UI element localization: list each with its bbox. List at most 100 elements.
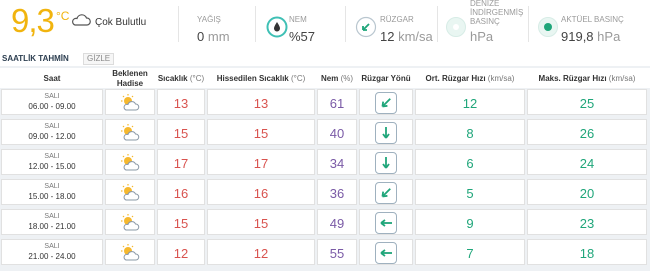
humidity-value: %57 (289, 29, 316, 44)
partly-cloudy-icon (121, 214, 140, 231)
wind-direction-icon (375, 212, 397, 234)
humidity-cell: 36 (317, 179, 357, 205)
col-header-wind-dir: Rüzgar Yönü (361, 74, 411, 83)
humidity-cell: 55 (317, 239, 357, 265)
temperature-cell: 13 (157, 89, 205, 115)
wind-direction-cell (359, 119, 413, 145)
table-row: SALI 15.00 - 18.00 16 16 36 5 20 (0, 178, 650, 206)
table-row: SALI 18.00 - 21.00 15 15 49 9 23 (0, 208, 650, 236)
divider (528, 6, 529, 42)
event-cell (105, 119, 155, 145)
wind-direction-icon (375, 122, 397, 144)
temperature-value: 13 (173, 96, 189, 111)
humidity-cell: 49 (317, 209, 357, 235)
wind-direction-cell (359, 179, 413, 205)
max-wind-cell: 26 (527, 119, 647, 145)
current-temperature: 9,3 (11, 2, 55, 39)
max-wind-cell: 23 (527, 209, 647, 235)
max-wind-value: 24 (579, 156, 595, 171)
rain-label: YAĞIŞ (197, 15, 221, 24)
partly-cloudy-icon (121, 244, 140, 261)
feels-like-value: 17 (253, 156, 269, 171)
wind-direction-cell (359, 149, 413, 175)
time-range: 21.00 - 24.00 (28, 252, 76, 261)
temperature-value: 17 (173, 156, 189, 171)
avg-wind-cell: 8 (415, 119, 525, 145)
divider (178, 6, 179, 42)
temperature-value: 15 (173, 126, 189, 141)
hide-toggle-button[interactable]: GİZLE (83, 53, 115, 65)
temperature-cell: 12 (157, 239, 205, 265)
feels-like-value: 15 (253, 216, 269, 231)
feels-like-cell: 12 (207, 239, 315, 265)
humidity-cell: 61 (317, 89, 357, 115)
avg-wind-value: 9 (466, 216, 474, 231)
avg-wind-cell: 5 (415, 179, 525, 205)
temperature-cell: 17 (157, 149, 205, 175)
wind-value: 12 km/sa (380, 29, 433, 44)
day-label: SALI (44, 153, 60, 160)
partly-cloudy-icon (121, 154, 140, 171)
max-wind-value: 20 (579, 186, 595, 201)
time-range: 18.00 - 21.00 (28, 222, 76, 231)
humidity-value: 34 (329, 156, 345, 171)
event-cell (105, 179, 155, 205)
avg-wind-cell: 12 (415, 89, 525, 115)
humidity-value: 49 (329, 216, 345, 231)
partly-cloudy-icon (121, 184, 140, 201)
avg-wind-cell: 7 (415, 239, 525, 265)
pressure-gauge-icon (446, 17, 466, 37)
table-row: SALI 21.00 - 24.00 12 12 55 7 18 (0, 238, 650, 266)
time-range: 09.00 - 12.00 (28, 132, 76, 141)
max-wind-cell: 25 (527, 89, 647, 115)
feels-like-cell: 15 (207, 209, 315, 235)
temperature-cell: 15 (157, 209, 205, 235)
event-cell (105, 149, 155, 175)
partly-cloudy-icon (121, 94, 140, 111)
day-label: SALI (44, 93, 60, 100)
feels-like-cell: 15 (207, 119, 315, 145)
max-wind-cell: 20 (527, 179, 647, 205)
pressure-icon (538, 17, 558, 37)
rain-value: 0 mm (197, 29, 230, 44)
wind-direction-icon (375, 92, 397, 114)
day-label: SALI (44, 123, 60, 130)
wind-direction-cell (359, 239, 413, 265)
max-wind-value: 25 (579, 96, 595, 111)
time-range: 12.00 - 15.00 (28, 162, 76, 171)
humidity-value: 55 (329, 246, 345, 261)
col-header-event: Beklenen Hadise (112, 69, 148, 88)
avg-wind-value: 6 (466, 156, 474, 171)
partly-cloudy-icon (121, 124, 140, 141)
avg-wind-cell: 6 (415, 149, 525, 175)
col-header-feels: Hissedilen Sıcaklık (°C) (216, 74, 306, 83)
wind-arrow-icon (355, 16, 377, 38)
reduced-pressure-value: hPa (470, 29, 494, 44)
humidity-label: NEM (289, 15, 307, 24)
feels-like-value: 13 (253, 96, 269, 111)
day-label: SALI (44, 183, 60, 190)
wind-direction-icon (375, 242, 397, 264)
event-cell (105, 209, 155, 235)
table-row: SALI 12.00 - 15.00 17 17 34 6 24 (0, 148, 650, 176)
feels-like-cell: 13 (207, 89, 315, 115)
humidity-cell: 34 (317, 149, 357, 175)
feels-like-cell: 17 (207, 149, 315, 175)
wind-direction-cell (359, 89, 413, 115)
time-range: 15.00 - 18.00 (28, 192, 76, 201)
current-weather-bar: 9,3 °C Çok Bulutlu YAĞIŞ 0 mm NEM %57 RÜ… (0, 0, 650, 48)
humidity-value: 40 (329, 126, 345, 141)
col-header-humidity: Nem (%) (320, 74, 354, 83)
section-title: SAATLİK TAHMİN (2, 54, 69, 63)
time-cell: SALI 15.00 - 18.00 (1, 179, 103, 205)
time-cell: SALI 21.00 - 24.00 (1, 239, 103, 265)
time-cell: SALI 06.00 - 09.00 (1, 89, 103, 115)
current-condition: Çok Bulutlu (95, 17, 147, 28)
col-header-time: Saat (43, 74, 61, 83)
time-range: 06.00 - 09.00 (28, 102, 76, 111)
humidity-value: 36 (329, 186, 345, 201)
time-cell: SALI 09.00 - 12.00 (1, 119, 103, 145)
humidity-value: 61 (329, 96, 345, 111)
table-row: SALI 06.00 - 09.00 13 13 61 12 25 (0, 88, 650, 116)
feels-like-value: 16 (253, 186, 269, 201)
